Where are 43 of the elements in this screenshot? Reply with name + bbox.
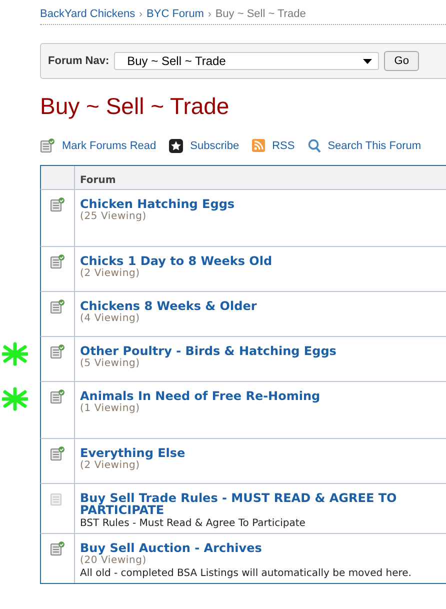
new-posts-icon (40, 138, 55, 153)
page-title: Buy ~ Sell ~ Trade (40, 93, 230, 120)
caret-icon (363, 58, 372, 64)
forum-description: All old - completed BSA Listings will automatically be moved here. (80, 568, 412, 579)
new-posts-icon (50, 446, 65, 461)
viewing-count: (4 Viewing) (80, 313, 141, 324)
forum-link[interactable]: Other Poultry - Birds & Hatching Eggs (80, 345, 410, 357)
new-posts-icon (50, 344, 65, 359)
viewing-count: (5 Viewing) (80, 358, 141, 369)
forum-link[interactable]: Chickens 8 Weeks & Older (80, 300, 410, 312)
forum-link[interactable]: Chicken Hatching Eggs (80, 198, 410, 210)
new-posts-icon (50, 541, 65, 556)
viewing-count: (1 Viewing) (80, 403, 141, 414)
viewing-count: (25 Viewing) (80, 211, 148, 222)
forum-description: BST Rules - Must Read & Agree To Participate (80, 518, 306, 529)
new-posts-icon (50, 254, 65, 269)
action-link[interactable]: Mark Forums Read (40, 138, 156, 153)
viewing-count: (2 Viewing) (80, 268, 141, 279)
search-icon (308, 138, 321, 152)
forum-link[interactable]: Buy Sell Trade Rules - MUST READ & AGREE TO PARTICIPATE (80, 492, 410, 516)
forum-link[interactable]: Buy Sell Auction - Archives (80, 542, 410, 554)
forum-link[interactable]: Everything Else (80, 447, 410, 459)
viewing-count: (2 Viewing) (80, 460, 141, 471)
forum-link[interactable]: Chicks 1 Day to 8 Weeks Old (80, 255, 410, 267)
rss-icon (252, 139, 266, 152)
action-link[interactable]: Search This Forum (308, 138, 422, 152)
viewing-count: (20 Viewing) (80, 555, 148, 566)
breadcrumb-link[interactable]: BYC Forum (146, 8, 204, 20)
new-posts-icon (50, 389, 65, 404)
current-page-title: Buy ~ Sell ~ Trade (215, 8, 306, 20)
action-link[interactable]: RSS (252, 139, 295, 152)
forum-link[interactable]: Animals In Need of Free Re-Homing (80, 390, 410, 402)
new-posts-icon (50, 299, 65, 314)
breadcrumb-separator: › (139, 8, 143, 20)
forum-select[interactable]: Buy ~ Sell ~ Trade (114, 52, 380, 70)
go-button[interactable]: Go (384, 51, 420, 71)
action-link[interactable]: Subscribe (169, 138, 240, 152)
column-header: Forum (80, 175, 116, 186)
breadcrumb-link[interactable]: BackYard Chickens (40, 8, 136, 20)
forum-nav-label: Forum Nav: (48, 55, 110, 67)
star-icon (169, 138, 184, 152)
new-posts-icon (50, 197, 65, 212)
breadcrumb-separator: › (208, 8, 212, 20)
